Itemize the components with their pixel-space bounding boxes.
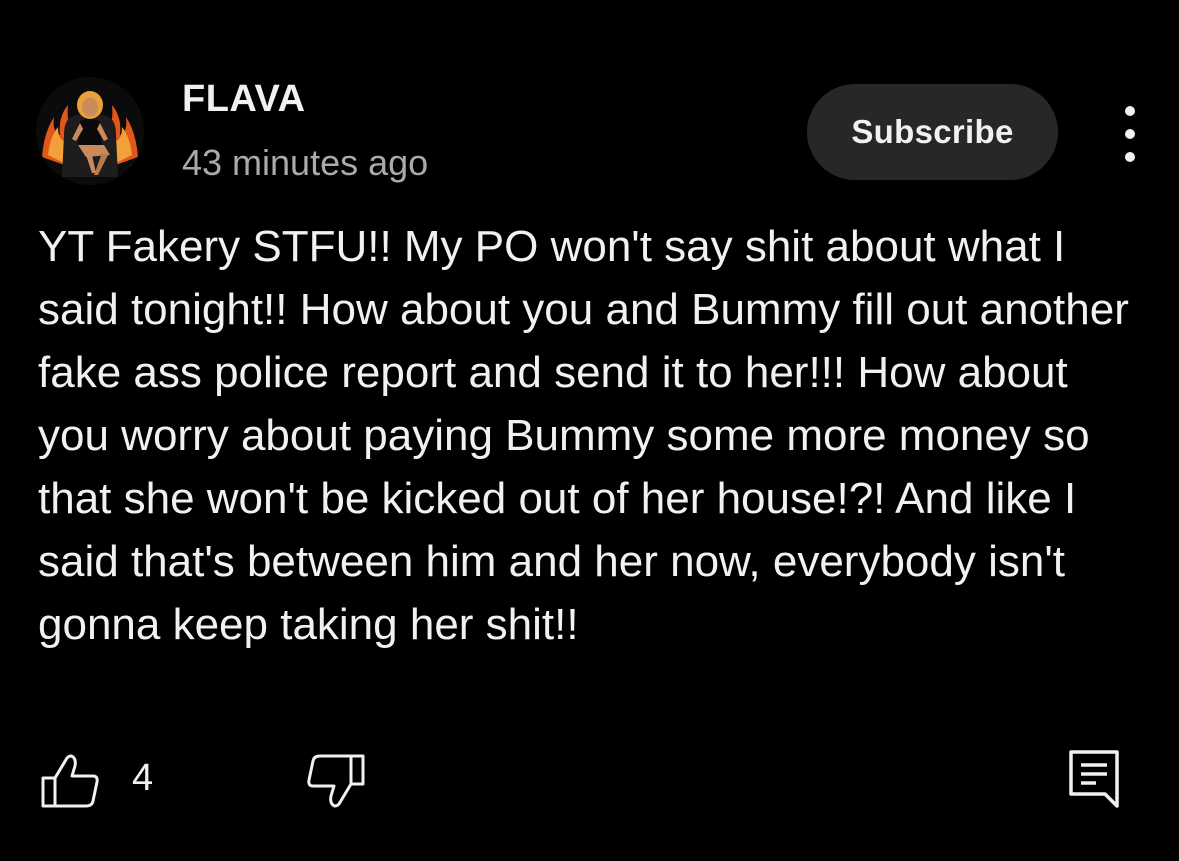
like-count: 4 [132,757,154,799]
comment-reply-icon [1069,750,1119,808]
thumbs-down-icon [307,754,365,808]
author-avatar[interactable] [36,77,144,185]
comment-author[interactable]: FLAVA [182,78,306,121]
more-vertical-icon-dot [1125,129,1135,139]
subscribe-button[interactable]: Subscribe [807,84,1058,180]
dislike-button[interactable] [304,752,366,810]
more-options-button[interactable] [1110,106,1150,162]
comment-text: YT Fakery STFU!! My PO won't say shit ab… [38,222,1129,649]
like-button[interactable] [40,752,102,810]
comment-timestamp: 43 minutes ago [182,142,429,183]
more-vertical-icon [1125,106,1135,116]
more-vertical-icon-dot [1125,152,1135,162]
reply-button[interactable] [1066,748,1122,810]
thumbs-up-icon [41,754,99,808]
avatar-image [36,77,144,185]
